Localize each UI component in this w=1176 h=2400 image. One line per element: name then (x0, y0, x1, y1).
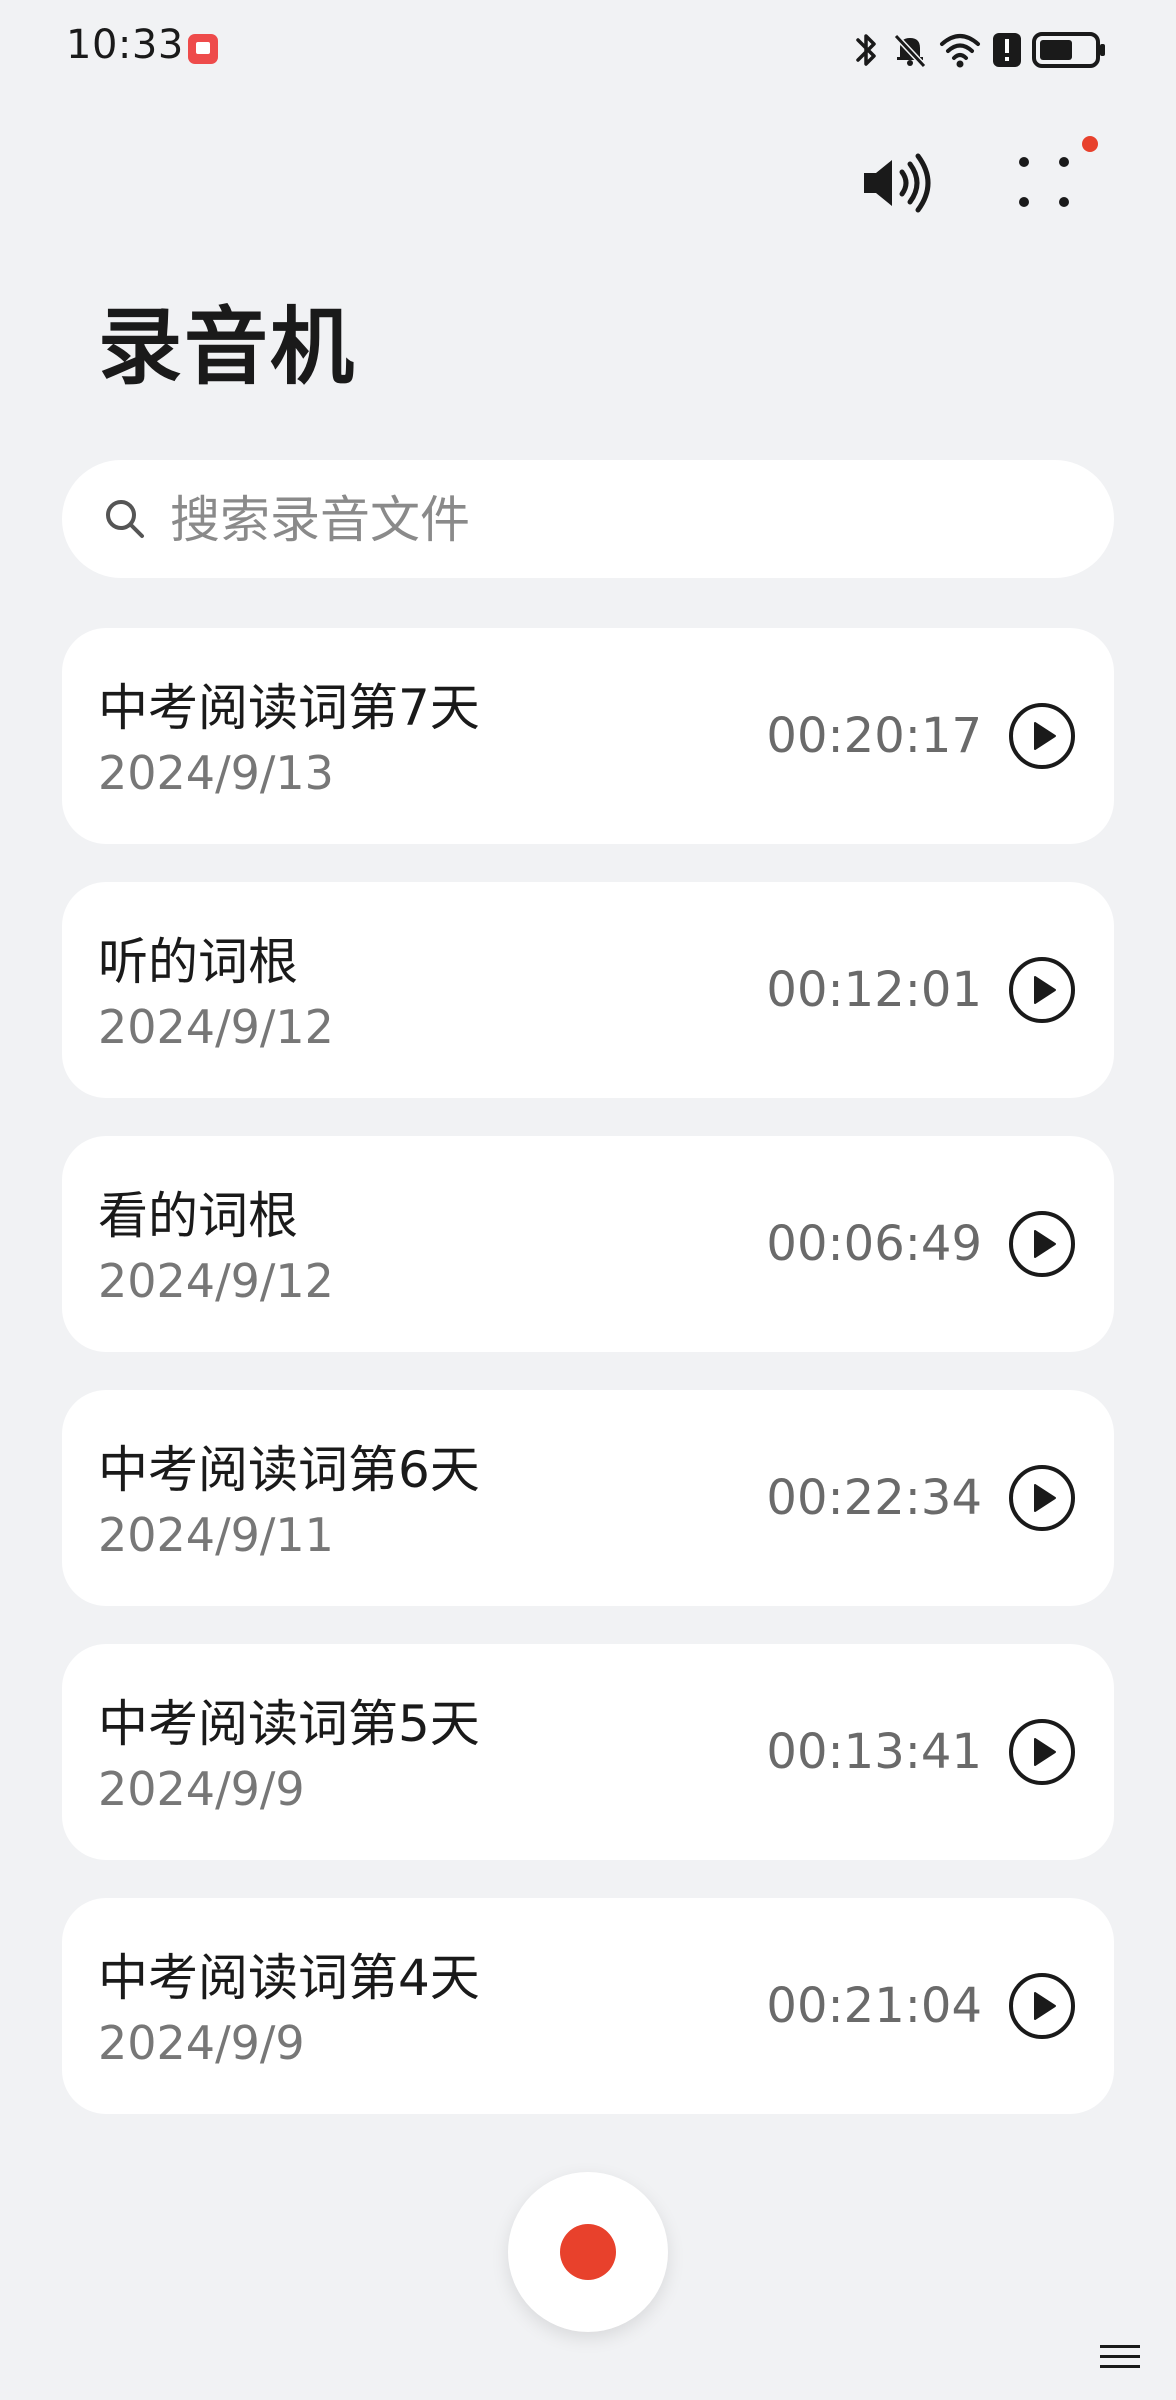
recording-date: 2024/9/12 (98, 1254, 334, 1308)
recording-list: 中考阅读词第7天 2024/9/13 00:20:17 听的词根 2024/9/… (62, 628, 1114, 2152)
search-input[interactable] (168, 460, 1072, 580)
record-icon (560, 2224, 616, 2280)
play-icon[interactable] (1008, 1210, 1076, 1278)
recording-title: 中考阅读词第4天 (98, 1949, 480, 2007)
recording-date: 2024/9/13 (98, 746, 334, 800)
notification-app-icon (188, 34, 218, 64)
recording-item[interactable]: 听的词根 2024/9/12 00:12:01 (62, 882, 1114, 1098)
menu-lines-icon[interactable] (1098, 2342, 1142, 2372)
speaker-icon (864, 153, 931, 213)
recording-duration: 00:06:49 (766, 1216, 982, 1272)
play-icon[interactable] (1008, 702, 1076, 770)
recording-title: 听的词根 (98, 933, 298, 991)
status-bar: 10:33 (0, 0, 1176, 100)
recording-item[interactable]: 看的词根 2024/9/12 00:06:49 (62, 1136, 1114, 1352)
mute-bell-icon (893, 33, 927, 69)
bluetooth-icon (856, 34, 876, 66)
record-button[interactable] (508, 2172, 668, 2332)
battery-icon (1032, 32, 1105, 68)
play-icon[interactable] (1008, 1972, 1076, 2040)
recording-date: 2024/9/11 (98, 1508, 334, 1562)
alert-icon (993, 33, 1021, 67)
recording-date: 2024/9/9 (98, 2016, 305, 2070)
recording-item[interactable]: 中考阅读词第6天 2024/9/11 00:22:34 (62, 1390, 1114, 1606)
play-icon[interactable] (1008, 956, 1076, 1024)
recording-duration: 00:12:01 (766, 962, 982, 1018)
recording-item[interactable]: 中考阅读词第7天 2024/9/13 00:20:17 (62, 628, 1114, 844)
search-icon (106, 500, 144, 538)
search-bar[interactable] (62, 460, 1114, 580)
more-options-button[interactable] (1010, 150, 1090, 220)
recording-duration: 00:21:04 (766, 1978, 982, 2034)
status-time: 10:33 (66, 22, 184, 68)
recording-item[interactable]: 中考阅读词第4天 2024/9/9 00:21:04 (62, 1898, 1114, 2114)
recording-duration: 00:13:41 (766, 1724, 982, 1780)
play-icon[interactable] (1008, 1464, 1076, 1532)
recording-date: 2024/9/9 (98, 1762, 305, 1816)
page-title: 录音机 (98, 298, 357, 396)
wifi-icon (940, 34, 980, 68)
recording-duration: 00:20:17 (766, 708, 982, 764)
recording-date: 2024/9/12 (98, 1000, 334, 1054)
recording-duration: 00:22:34 (766, 1470, 982, 1526)
recording-item[interactable]: 中考阅读词第5天 2024/9/9 00:13:41 (62, 1644, 1114, 1860)
speaker-button[interactable] (858, 148, 938, 218)
recording-title: 中考阅读词第6天 (98, 1441, 480, 1499)
recording-title: 中考阅读词第5天 (98, 1695, 480, 1753)
more-dots-icon (1019, 157, 1069, 207)
notification-badge-dot (1082, 136, 1098, 152)
play-icon[interactable] (1008, 1718, 1076, 1786)
recording-title: 看的词根 (98, 1187, 298, 1245)
recording-title: 中考阅读词第7天 (98, 679, 480, 737)
